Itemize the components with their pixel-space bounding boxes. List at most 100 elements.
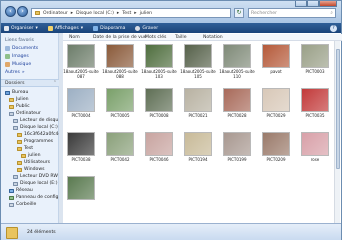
tree-item-recycle-bin[interactable]: Corbeille	[9, 202, 36, 207]
photo-image	[184, 88, 212, 112]
breadcrumb-disk[interactable]: Disque local (C:)	[76, 11, 114, 16]
organize-button[interactable]: Organiser ▾	[4, 25, 38, 31]
burn-button[interactable]: Graver	[135, 25, 158, 31]
tree-item-floppy[interactable]: Lecteur de disqu	[13, 118, 58, 123]
photo-image	[106, 88, 134, 112]
file-thumbnail[interactable]: PICT0005	[104, 88, 136, 132]
folder-icon	[17, 146, 22, 151]
file-thumbnail[interactable]: PICT0028	[221, 88, 253, 132]
file-name: PICT0005	[110, 113, 130, 118]
file-thumbnail[interactable]: rose	[299, 132, 331, 176]
file-name: PICT0028	[227, 113, 247, 118]
file-thumbnail[interactable]: PICT0004	[65, 88, 97, 132]
forward-arrow-icon[interactable]: ›	[17, 6, 28, 17]
folders-header[interactable]: Dossiers ˄	[1, 79, 59, 87]
file-name: PICT0194	[188, 157, 208, 162]
tree-item-julien-folder[interactable]: julien	[21, 153, 40, 158]
photo-image	[145, 88, 173, 112]
tree-label: Test	[24, 146, 34, 151]
tree-item-network[interactable]: Réseau	[9, 188, 33, 193]
file-thumbnail[interactable]: 18aout2005-suite 103	[141, 44, 177, 88]
favorite-label: Images	[12, 54, 29, 59]
tree-label: Corbeille	[16, 202, 37, 207]
column-name[interactable]: Nom	[69, 35, 80, 40]
favorite-music[interactable]: Musique	[5, 62, 31, 67]
tree-item-programs[interactable]: Programmes	[17, 139, 53, 144]
folder-icon	[9, 104, 14, 109]
favorite-images[interactable]: Images	[5, 54, 29, 59]
tree-item-public[interactable]: Public	[9, 104, 30, 109]
tree-item-control-panel[interactable]: Panneau de config	[9, 195, 58, 200]
breadcrumb-test[interactable]: Test	[122, 11, 131, 16]
file-name: PICT0035	[305, 113, 325, 118]
tree-label: Réseau	[16, 188, 33, 193]
item-count: 24 éléments	[27, 230, 56, 235]
favorite-documents[interactable]: Documents	[5, 46, 38, 51]
file-name: 18aout2005-suite 103	[141, 69, 177, 79]
file-thumbnail[interactable]: PICT0199	[221, 132, 253, 176]
help-icon[interactable]: ?	[330, 24, 337, 32]
file-name: pavot	[270, 69, 282, 74]
tree-item-desktop[interactable]: Bureau	[5, 90, 28, 95]
chevron-up-icon: ˄	[53, 81, 56, 86]
tree-item-windows[interactable]: Windows	[17, 167, 45, 172]
column-rating[interactable]: Notation	[203, 35, 223, 40]
file-thumbnail[interactable]: PICT0046	[143, 132, 175, 176]
music-icon	[5, 62, 10, 67]
tree-item-dvd[interactable]: Lecteur DVD RW (	[13, 174, 61, 179]
file-thumbnail[interactable]: PICT0194	[182, 132, 214, 176]
file-thumbnail[interactable]: PICT0021	[182, 88, 214, 132]
file-thumbnail[interactable]: PICT0035	[299, 88, 331, 132]
column-date-taken[interactable]: Date de la prise de vue	[93, 35, 147, 40]
recycle-bin-icon	[9, 202, 14, 207]
close-button[interactable]	[319, 1, 337, 7]
tree-item-computer[interactable]: Ordinateur	[9, 111, 41, 116]
tree-item-disk-e[interactable]: Disque local (E:)	[13, 181, 58, 186]
file-thumbnail[interactable]: 18aout2005-suite 088	[102, 44, 138, 88]
file-thumbnail[interactable]: 18aout2005-suite 105	[180, 44, 216, 88]
tree-item-hashfolder[interactable]: 16c3f642a0fc4c	[17, 132, 61, 137]
refresh-icon[interactable]: ↻	[234, 8, 244, 18]
tree-item-users[interactable]: Utilisateurs	[17, 160, 50, 165]
views-button[interactable]: Affichages ▾	[47, 25, 83, 31]
tree-label: Public	[16, 104, 30, 109]
photo-image	[262, 132, 290, 156]
file-thumbnail[interactable]: PICT0003	[299, 44, 331, 88]
file-thumbnail[interactable]: 18aout2005-suite 110	[219, 44, 255, 88]
file-thumbnail[interactable]: PICT0029	[260, 88, 292, 132]
title-bar: ‹ › Ordinateur ▸ Disque local (C:) ▸ Tes…	[1, 1, 341, 23]
double-chevron-icon: »	[21, 70, 25, 75]
file-thumbnail[interactable]: PICT0038	[65, 132, 97, 176]
window-controls	[295, 1, 337, 7]
tree-label: Disque local (E:)	[20, 181, 58, 186]
breadcrumb-sep-icon: ▸	[134, 10, 137, 16]
drive-icon	[13, 125, 18, 130]
file-thumbnail[interactable]	[65, 176, 97, 220]
breadcrumb-julien[interactable]: julien	[140, 11, 152, 16]
file-thumbnail[interactable]: PICT0008	[143, 88, 175, 132]
file-thumbnail[interactable]: 18aout2005-suite 087	[63, 44, 99, 88]
back-arrow-icon[interactable]: ‹	[5, 6, 16, 17]
vertical-scrollbar[interactable]	[334, 41, 340, 223]
slideshow-button[interactable]: Diaporama	[93, 25, 125, 31]
tree-label: Julien	[16, 97, 29, 102]
column-size[interactable]: Taille	[175, 35, 187, 40]
tree-item-test[interactable]: Test	[17, 146, 33, 151]
file-name: 18aout2005-suite 088	[102, 69, 138, 79]
file-thumbnail[interactable]: PICT0042	[104, 132, 136, 176]
maximize-button[interactable]	[307, 1, 319, 7]
photo-image	[223, 88, 251, 112]
address-bar[interactable]: Ordinateur ▸ Disque local (C:) ▸ Test ▸ …	[31, 8, 231, 18]
file-thumbnail[interactable]: PICT0209	[260, 132, 292, 176]
minimize-button[interactable]	[295, 1, 307, 7]
tree-item-julien-user[interactable]: Julien	[9, 97, 29, 102]
favorite-more[interactable]: Autres »	[5, 70, 25, 75]
favorites-heading: Liens favoris	[5, 38, 34, 43]
file-thumbnail[interactable]: pavot	[260, 44, 292, 88]
scrollbar-thumb[interactable]	[335, 49, 340, 169]
breadcrumb-computer[interactable]: Ordinateur	[43, 11, 68, 16]
search-input[interactable]: Rechercher ⌕	[248, 8, 336, 18]
tree-item-disk-c[interactable]: Disque local (C:)	[13, 125, 58, 130]
column-keywords[interactable]: Mots clés	[145, 35, 166, 40]
file-grid: 18aout2005-suite 087 18aout2005-suite 088…	[63, 41, 335, 221]
